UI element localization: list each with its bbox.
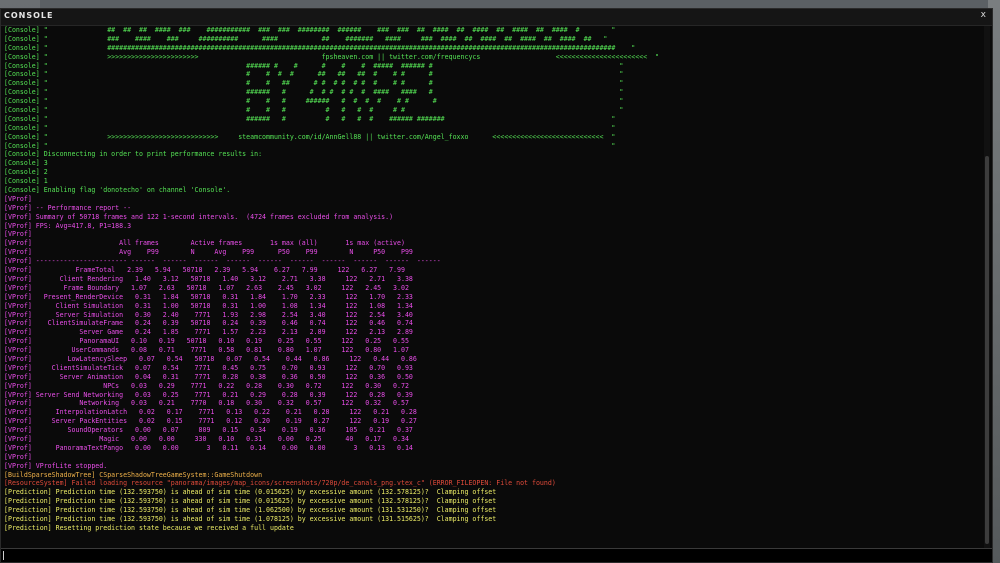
log-line: [VProf] ClientSimulateTick 0.07 0.54 777… xyxy=(4,363,413,372)
log-line: [VProf] xyxy=(4,194,32,203)
log-line: [Console] " ###### # # # # # # # #### ##… xyxy=(4,88,624,97)
console-window: CONSOLE x [Console] " ## ## ## #### ### … xyxy=(0,8,993,563)
log-line: [VProf] Server PackEntities 0.02 0.15 77… xyxy=(4,417,417,426)
text-cursor xyxy=(3,551,4,560)
log-line: [VProf] -- Performance report -- xyxy=(4,203,132,212)
log-line: [VProf] xyxy=(4,230,32,239)
log-line: [ResourceSystem] Failed loading resource… xyxy=(4,479,556,488)
log-line: [VProf] FPS: Avg=417.8, P1=188.3 xyxy=(4,221,132,230)
log-line: [VProf] UserCommands 0.08 0.71 7771 0.58… xyxy=(4,346,409,355)
close-icon[interactable]: x xyxy=(981,10,986,20)
log-line: [VProf] Networking 0.03 0.21 7770 0.18 0… xyxy=(4,399,409,408)
log-line: [VProf] Avg P99 N Avg P99 P50 P99 N P50 … xyxy=(4,248,413,257)
log-line: [Console] " ## ## ## #### ### ##########… xyxy=(4,26,616,34)
log-line: [VProf] Magic 0.00 0.00 330 0.10 0.31 0.… xyxy=(4,434,409,443)
log-line: [VProf] Client Rendering 1.40 3.12 50718… xyxy=(4,274,413,283)
log-line: [VProf] Frame Boundary 1.07 2.63 50718 1… xyxy=(4,283,409,292)
log-line: [Console] Disconnecting in order to prin… xyxy=(4,150,263,159)
log-line: [Prediction] Resetting prediction state … xyxy=(4,523,294,532)
log-line: [VProf] PanoramaUI 0.10 0.19 50718 0.10 … xyxy=(4,337,409,346)
scrollbar[interactable] xyxy=(984,26,990,548)
console-titlebar[interactable]: CONSOLE x xyxy=(1,9,992,26)
log-line: [Console] Enabling flag 'donotecho' on c… xyxy=(4,186,231,195)
log-line: [VProf] Present_RenderDevice 0.31 1.84 5… xyxy=(4,292,413,301)
log-line: [Prediction] Prediction time (132.593750… xyxy=(4,514,497,523)
log-line: [Console] 2 xyxy=(4,168,48,177)
log-line: [Console] 3 xyxy=(4,159,48,168)
log-line: [VProf] All frames Active frames 1s max … xyxy=(4,239,405,248)
console-title: CONSOLE xyxy=(4,11,54,20)
log-line: [VProf] ClientSimulateFrame 0.24 0.39 50… xyxy=(4,319,413,328)
log-line: [VProf] VProfLite stopped. xyxy=(4,461,108,470)
console-input[interactable] xyxy=(1,548,992,562)
log-line: [Console] 1 xyxy=(4,177,48,186)
log-line: [Console] " ###### # # # # # ##### #####… xyxy=(4,61,624,70)
log-line: [VProf] InterpolationLatch 0.02 0.17 777… xyxy=(4,408,417,417)
log-line: [VProf] Client Simulation 0.31 1.00 5071… xyxy=(4,301,413,310)
log-line: [Console] " ###### # # # # # ###### ####… xyxy=(4,114,616,123)
log-line: [BuildSparseShadowTree] CSparseShadowTre… xyxy=(4,470,263,479)
log-line: [Console] " # # ## # # # # # # # # # # " xyxy=(4,79,624,88)
log-line: [Prediction] Prediction time (132.593750… xyxy=(4,488,497,497)
log-line: [Console] " ### #### ### ########## ####… xyxy=(4,34,608,43)
log-line: [VProf] Server Simulation 0.30 2.40 7771… xyxy=(4,310,413,319)
scrollbar-thumb[interactable] xyxy=(985,156,989,544)
log-line: [VProf] LowLatencySleep 0.07 0.54 50718 … xyxy=(4,354,417,363)
log-line: [VProf] Summary of 50718 frames and 122 … xyxy=(4,212,394,221)
log-line: [Console] " " xyxy=(4,123,616,132)
log-line: [VProf] SoundOperators 0.00 0.07 809 0.1… xyxy=(4,426,413,435)
log-line: [VProf] NPCs 0.03 0.29 7771 0.22 0.28 0.… xyxy=(4,381,409,390)
log-line: [VProf] PanoramaTextPango 0.00 0.00 3 0.… xyxy=(4,443,413,452)
log-line: [Console] " # # # # # # # # # " xyxy=(4,106,624,115)
log-line: [Console] " >>>>>>>>>>>>>>>>>>>>>>>>>>>>… xyxy=(4,132,616,141)
log-line: [VProf] Server Animation 0.04 0.31 7771 … xyxy=(4,372,413,381)
log-line: [Console] " # # # # ## ## ## # # # # " xyxy=(4,70,624,79)
log-line: [VProf] FrameTotal 2.39 5.94 50718 2.39 … xyxy=(4,266,405,275)
log-line: [Console] " ############################… xyxy=(4,43,636,52)
log-line: [VProf] xyxy=(4,452,32,461)
console-output[interactable]: [Console] " ## ## ## #### ### ##########… xyxy=(4,26,979,548)
log-line: [VProf] ----------------------- ------ -… xyxy=(4,257,441,266)
log-line: [Console] " # # # ###### # # # # # # # " xyxy=(4,97,624,106)
log-line: [Console] " >>>>>>>>>>>>>>>>>>>>>>> fpsh… xyxy=(4,52,660,61)
log-line: [Prediction] Prediction time (132.593750… xyxy=(4,497,497,506)
log-line: [VProf] Server Game 0.24 1.85 7771 1.57 … xyxy=(4,328,413,337)
log-line: [Prediction] Prediction time (132.593750… xyxy=(4,506,497,515)
log-line: [VProf] Server Send Networking 0.03 0.25… xyxy=(4,390,413,399)
log-line: [Console] " " xyxy=(4,141,616,150)
